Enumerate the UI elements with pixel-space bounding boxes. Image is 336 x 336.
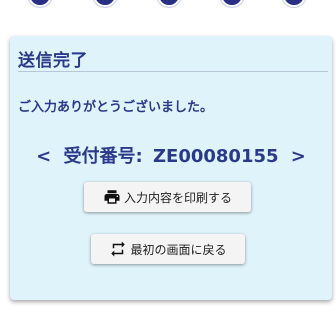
step-3	[157, 0, 181, 7]
print-button-label: 入力内容を印刷する	[123, 190, 232, 205]
return-home-button[interactable]: 最初の画面に戻る	[91, 234, 245, 264]
check-icon	[34, 0, 46, 1]
receipt-number-line: < 受付番号: ZE00080155 >	[10, 142, 332, 168]
print-button[interactable]: 入力内容を印刷する	[84, 182, 251, 212]
completion-panel: 送信完了 ご入力ありがとうございました。 < 受付番号: ZE00080155 …	[10, 36, 332, 300]
step-number: 5	[290, 0, 298, 1]
receipt-suffix: >	[290, 146, 306, 167]
step-2	[93, 0, 117, 7]
step-1	[28, 0, 52, 7]
title-divider	[18, 71, 328, 72]
return-home-button-label: 最初の画面に戻る	[130, 242, 227, 257]
panel-title: 送信完了	[18, 51, 88, 71]
step-indicator: 5	[0, 0, 336, 16]
thank-you-message: ご入力ありがとうございました。	[18, 100, 214, 115]
step-5: 5	[282, 0, 306, 7]
repeat-icon	[109, 240, 127, 258]
printer-icon	[103, 188, 121, 206]
receipt-prefix: <	[36, 146, 52, 167]
receipt-number: ZE00080155	[152, 146, 279, 167]
page: 5 送信完了 ご入力ありがとうございました。 < 受付番号: ZE0008015…	[0, 0, 336, 336]
receipt-label: 受付番号:	[63, 146, 143, 167]
check-icon	[99, 0, 111, 1]
check-icon	[163, 0, 175, 1]
check-icon	[226, 0, 238, 1]
step-4	[220, 0, 244, 7]
